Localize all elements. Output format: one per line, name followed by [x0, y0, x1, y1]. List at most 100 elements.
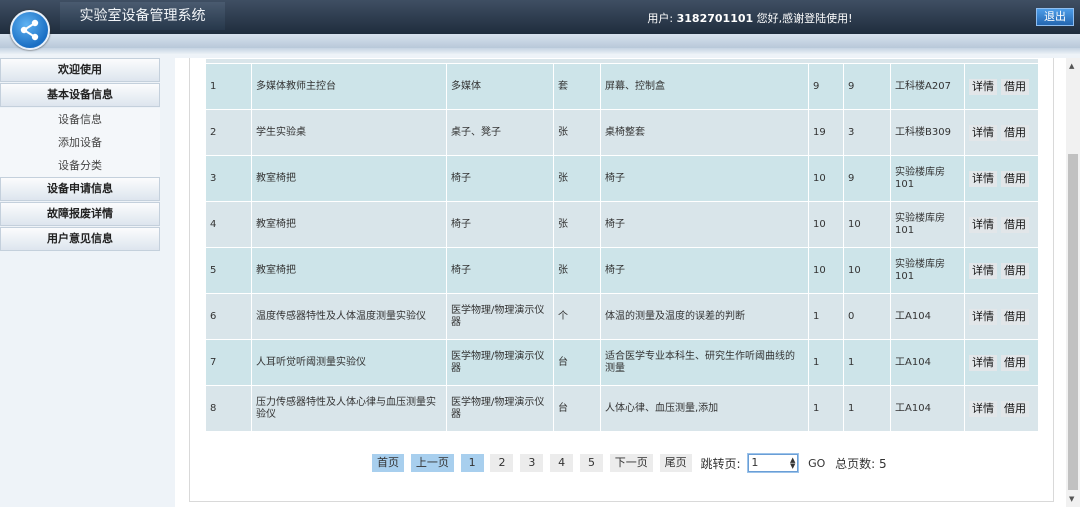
user-suffix: 您好,感谢登陆使用! — [756, 12, 853, 25]
borrow-button[interactable]: 借用 — [1001, 400, 1029, 417]
borrow-button[interactable]: 借用 — [1001, 262, 1029, 279]
scroll-down-icon[interactable]: ▼ — [1069, 495, 1074, 503]
header-band — [0, 34, 1080, 48]
cell-category: 医学物理/物理演示仪器 — [446, 385, 554, 432]
sidebar-feedback-info[interactable]: 用户意见信息 — [0, 227, 160, 251]
spinner-arrows-icon[interactable]: ▲ ▼ — [790, 457, 795, 470]
page-4-button[interactable]: 4 — [550, 454, 574, 472]
cell-no: 4 — [205, 201, 252, 248]
header-band-lower — [0, 48, 1080, 54]
detail-button[interactable]: 详情 — [969, 354, 997, 371]
scrollbar-thumb[interactable] — [1068, 154, 1078, 490]
detail-button[interactable]: 详情 — [969, 124, 997, 141]
total-pages-label: 总页数: — [835, 456, 876, 471]
cell-total: 9 — [808, 63, 844, 110]
borrow-button[interactable]: 借用 — [1001, 354, 1029, 371]
last-page-button[interactable]: 尾页 — [659, 454, 692, 472]
cell-desc: 椅子 — [600, 201, 809, 248]
detail-button[interactable]: 详情 — [969, 262, 997, 279]
sidebar-apply-info[interactable]: 设备申请信息 — [0, 177, 160, 201]
borrow-button[interactable]: 借用 — [1001, 170, 1029, 187]
cell-no: 5 — [205, 247, 252, 294]
detail-button[interactable]: 详情 — [969, 216, 997, 233]
cell-category: 桌子、凳子 — [446, 109, 554, 156]
cell-total: 1 — [808, 293, 844, 340]
cell-name: 多媒体教师主控台 — [251, 63, 447, 110]
cell-no: 8 — [205, 385, 252, 432]
cell-name: 教室椅把 — [251, 247, 447, 294]
borrow-button[interactable]: 借用 — [1001, 78, 1029, 95]
next-page-button[interactable]: 下一页 — [609, 454, 653, 472]
cell-category: 医学物理/物理演示仪器 — [446, 293, 554, 340]
cell-unit: 个 — [553, 293, 601, 340]
detail-button[interactable]: 详情 — [969, 308, 997, 325]
table-row: 3 教室椅把 椅子张椅子 10 9 实验楼库房101 详情 借用 — [205, 155, 1040, 202]
total-pages: 总页数: 5 — [835, 455, 887, 472]
borrow-button[interactable]: 借用 — [1001, 216, 1029, 233]
cell-unit: 张 — [553, 155, 601, 202]
sidebar-item-add-device[interactable]: 添加设备 — [0, 131, 160, 154]
cell-total: 19 — [808, 109, 844, 156]
cell-desc: 屏幕、控制盒 — [600, 63, 809, 110]
table-row: 6 温度传感器特性及人体温度测量实验仪 医学物理/物理演示仪器个体温的测量及温度的误… — [205, 293, 1040, 340]
cell-location: 工科楼A207 — [890, 63, 965, 110]
table-row: 8 压力传感器特性及人体心律与血压测量实验仪 医学物理/物理演示仪器台人体心律、血压… — [205, 385, 1040, 432]
device-table: 1 多媒体教师主控台 多媒体套屏幕、控制盒 9 9 工科楼A207 详情 借用 2 学生实验桌 桌子… — [204, 58, 1040, 432]
detail-button[interactable]: 详情 — [969, 170, 997, 187]
cell-total: 10 — [808, 155, 844, 202]
cell-avail: 1 — [843, 339, 891, 386]
cell-desc: 椅子 — [600, 155, 809, 202]
cell-total: 10 — [808, 201, 844, 248]
total-pages-value: 5 — [879, 456, 887, 471]
go-button[interactable]: GO — [808, 457, 825, 470]
page-5-button[interactable]: 5 — [579, 454, 603, 472]
cell-location: 工科楼B309 — [890, 109, 965, 156]
detail-button[interactable]: 详情 — [969, 78, 997, 95]
page-2-button[interactable]: 2 — [490, 454, 514, 472]
cell-category: 医学物理/物理演示仪器 — [446, 339, 554, 386]
vertical-scrollbar[interactable]: ▲ ▼ — [1066, 58, 1080, 507]
cell-name: 教室椅把 — [251, 155, 447, 202]
cell-actions: 详情 借用 — [963, 385, 1040, 432]
cell-location: 实验楼库房101 — [890, 201, 965, 248]
cell-desc: 椅子 — [600, 247, 809, 294]
cell-name: 教室椅把 — [251, 201, 447, 248]
detail-button[interactable]: 详情 — [969, 400, 997, 417]
page-3-button[interactable]: 3 — [520, 454, 544, 472]
cell-unit: 台 — [553, 339, 601, 386]
cell-desc: 桌椅整套 — [600, 109, 809, 156]
cell-location: 工A104 — [890, 293, 965, 340]
table-row: 5 教室椅把 椅子张椅子 10 10 实验楼库房101 详情 借用 — [205, 247, 1040, 294]
cell-name: 学生实验桌 — [251, 109, 447, 156]
pagination: 首页 上一页 1 2 3 4 5 下一页 尾页 跳转页: 1 ▲ ▼ GO 总页数… — [372, 453, 887, 476]
cell-location: 实验楼库房101 — [890, 247, 965, 294]
sidebar-item-device-category[interactable]: 设备分类 — [0, 154, 160, 177]
cell-total: 1 — [808, 385, 844, 432]
first-page-button[interactable]: 首页 — [372, 454, 404, 472]
sidebar-fault-info[interactable]: 故障报废详情 — [0, 202, 160, 226]
cell-desc: 适合医学专业本科生、研究生作听阈曲线的测量 — [600, 339, 809, 386]
jump-page-label: 跳转页: — [700, 456, 741, 471]
borrow-button[interactable]: 借用 — [1001, 124, 1029, 141]
prev-page-button[interactable]: 上一页 — [410, 454, 454, 472]
cell-no: 1 — [205, 63, 252, 110]
cell-category: 多媒体 — [446, 63, 554, 110]
sidebar-welcome[interactable]: 欢迎使用 — [0, 58, 160, 82]
cell-category: 椅子 — [446, 247, 554, 294]
cell-avail: 9 — [843, 155, 891, 202]
sidebar-basic-info[interactable]: 基本设备信息 — [0, 83, 160, 107]
jump-page-input[interactable]: 1 ▲ ▼ — [747, 453, 800, 473]
scroll-up-icon[interactable]: ▲ — [1069, 62, 1074, 70]
cell-unit: 张 — [553, 247, 601, 294]
cell-name: 温度传感器特性及人体温度测量实验仪 — [251, 293, 447, 340]
logout-button[interactable]: 退出 — [1036, 8, 1074, 26]
cell-name: 人耳听觉听阈测量实验仪 — [251, 339, 447, 386]
page-1-button[interactable]: 1 — [460, 454, 484, 472]
user-prefix: 用户: — [647, 12, 674, 25]
cell-desc: 人体心律、血压测量,添加 — [600, 385, 809, 432]
cell-category: 椅子 — [446, 155, 554, 202]
cell-location: 工A104 — [890, 385, 965, 432]
sidebar-item-device-info[interactable]: 设备信息 — [0, 108, 160, 131]
cell-unit: 张 — [553, 201, 601, 248]
borrow-button[interactable]: 借用 — [1001, 308, 1029, 325]
